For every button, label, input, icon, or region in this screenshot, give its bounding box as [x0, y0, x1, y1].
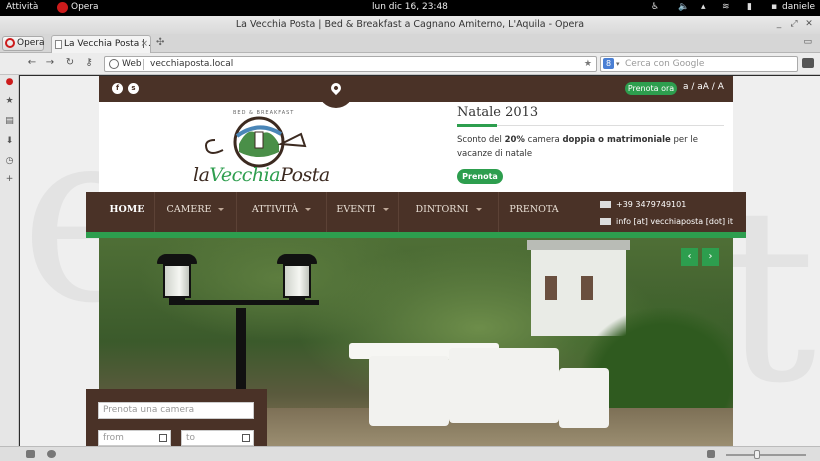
font-size-switcher[interactable]: a / aA / A — [683, 82, 724, 92]
window-title: La Vecchia Posta | Bed & Breakfast a Cag… — [235, 19, 585, 30]
close-icon[interactable]: ✕ — [804, 19, 814, 29]
chevron-down-icon — [382, 208, 389, 211]
garden-chair-left — [369, 356, 449, 426]
app-menu-button[interactable]: Opera — [71, 2, 99, 12]
post-horn-logo-icon — [205, 116, 307, 168]
status-bar — [0, 446, 820, 461]
tab-bar: Opera La Vecchia Posta | ... × ✣ ▭ — [0, 34, 820, 53]
date-to-field[interactable]: to — [181, 430, 254, 446]
address-separator — [143, 59, 144, 70]
nav-home[interactable]: HOME — [100, 192, 155, 232]
site-top-bar: f s Prenota ora a / aA / A — [99, 76, 733, 102]
battery-icon[interactable]: ▮ — [747, 2, 752, 12]
calendar-icon[interactable] — [242, 434, 250, 442]
tab-label: La Vecchia Posta | ... — [64, 39, 151, 49]
logo-wordmark: laVecchiaPosta — [193, 164, 330, 186]
skype-icon[interactable]: s — [128, 83, 139, 94]
nav-eventi[interactable]: EVENTI — [327, 192, 399, 232]
opera-logo-icon — [5, 38, 15, 48]
zoom-track[interactable] — [726, 454, 806, 456]
back-icon[interactable]: ← — [25, 57, 39, 68]
clock[interactable]: lun dic 16, 23:48 — [372, 2, 448, 12]
view-icon[interactable] — [707, 450, 715, 458]
nav-camere[interactable]: CAMERE — [155, 192, 237, 232]
nav-attivita[interactable]: ATTIVITÀ — [237, 192, 327, 232]
contact-email[interactable]: info [at] vecchiaposta [dot] it — [600, 217, 733, 226]
news-prenota-button[interactable]: Prenota — [457, 169, 503, 184]
system-top-bar: Attività Opera lun dic 16, 23:48 ♿ 🔈 ▴ ≋… — [0, 0, 820, 16]
tab-menu-icon[interactable]: ▭ — [803, 37, 812, 47]
bookmarks-panel-icon[interactable]: ★ — [4, 96, 15, 107]
nav-dintorni[interactable]: DINTORNI — [399, 192, 499, 232]
extensions-icon[interactable] — [802, 58, 814, 68]
new-tab-icon[interactable]: ✣ — [156, 37, 164, 48]
tab-close-icon[interactable]: × — [140, 36, 148, 53]
date-from-field[interactable]: from — [98, 430, 171, 446]
forward-icon[interactable]: → — [43, 57, 57, 68]
phone-icon — [600, 201, 611, 208]
news-divider — [457, 124, 724, 127]
lantern-right — [277, 254, 317, 308]
prenota-ora-button[interactable]: Prenota ora — [625, 82, 677, 95]
search-placeholder: Cerca con Google — [625, 59, 705, 69]
slider-prev-button[interactable]: ‹ — [681, 248, 698, 266]
globe-icon — [109, 59, 119, 69]
navigation-bar: ← → ↻ ⚷ Web vecchiaposta.local ★ 8 ▾ Cer… — [0, 53, 820, 75]
history-panel-icon[interactable]: ◷ — [4, 156, 15, 167]
google-icon[interactable]: 8 — [603, 58, 614, 69]
maximize-icon[interactable]: ⤢ — [789, 19, 799, 29]
garden-bench — [449, 348, 559, 423]
address-bar[interactable]: Web vecchiaposta.local ★ — [104, 56, 597, 72]
search-field[interactable]: 8 ▾ Cerca con Google — [600, 56, 798, 72]
side-panel: ● ★ ▤ ⬇ ◷ + — [0, 75, 19, 446]
opera-menu-label: Opera — [17, 38, 45, 48]
unite-icon[interactable] — [26, 450, 35, 458]
minimize-icon[interactable]: _ — [774, 19, 784, 29]
site-header: BED & BREAKFAST laVecchiaPosta Natale 20… — [99, 102, 733, 192]
tab-vecchia-posta[interactable]: La Vecchia Posta | ... × — [51, 35, 151, 53]
contact-phone[interactable]: +39 3479749101 — [600, 200, 686, 209]
opera-menu-button[interactable]: Opera — [2, 36, 45, 51]
accessibility-icon[interactable]: ♿ — [651, 2, 659, 12]
web-badge: Web — [122, 59, 142, 69]
site-logo[interactable]: BED & BREAKFAST laVecchiaPosta — [193, 110, 330, 190]
bookmark-star-icon[interactable]: ★ — [584, 57, 592, 71]
booking-widget: Prenota una camera from to — [86, 389, 267, 446]
lantern-left — [157, 254, 197, 308]
map-pin-icon — [328, 80, 344, 96]
page-viewport: e t f s Prenota ora a / aA / A BED & BRE… — [20, 76, 820, 446]
calendar-icon[interactable] — [159, 434, 167, 442]
wifi-icon[interactable]: ▴ — [701, 2, 706, 12]
facebook-icon[interactable]: f — [112, 83, 123, 94]
add-panel-icon[interactable]: + — [4, 174, 15, 185]
reload-icon[interactable]: ↻ — [63, 57, 77, 68]
chevron-down-icon — [305, 208, 312, 211]
network-icon[interactable]: ≋ — [722, 2, 730, 12]
search-engine-dropdown-icon[interactable]: ▾ — [616, 57, 620, 71]
mail-icon — [600, 218, 611, 225]
nav-prenota[interactable]: PRENOTA — [499, 192, 569, 232]
url-text[interactable]: vecchiaposta.local — [150, 57, 233, 71]
opera-panel-icon[interactable]: ● — [4, 77, 15, 88]
garden-chair-right — [559, 368, 609, 428]
user-icon: ▪ — [771, 2, 778, 12]
volume-icon[interactable]: 🔈 — [678, 2, 689, 12]
main-navigation: HOME CAMERE ATTIVITÀ EVENTI DINTORNI PRE… — [86, 192, 746, 232]
window-titlebar: La Vecchia Posta | Bed & Breakfast a Cag… — [0, 16, 820, 34]
user-menu[interactable]: daniele — [782, 2, 815, 12]
turbo-icon[interactable] — [47, 450, 56, 458]
news-title: Natale 2013 — [457, 105, 539, 120]
chevron-down-icon — [475, 208, 482, 211]
downloads-panel-icon[interactable]: ⬇ — [4, 136, 15, 147]
notes-panel-icon[interactable]: ▤ — [4, 116, 15, 127]
opera-app-icon — [57, 2, 68, 13]
page-icon — [55, 40, 62, 49]
news-text: Sconto del 20% camera doppia o matrimoni… — [457, 135, 698, 159]
zoom-slider[interactable] — [754, 450, 760, 459]
slider-next-button[interactable]: › — [702, 248, 719, 266]
chevron-down-icon — [218, 208, 225, 211]
activities-button[interactable]: Attività — [6, 2, 38, 12]
booking-input[interactable]: Prenota una camera — [98, 402, 254, 419]
key-icon[interactable]: ⚷ — [82, 57, 96, 68]
